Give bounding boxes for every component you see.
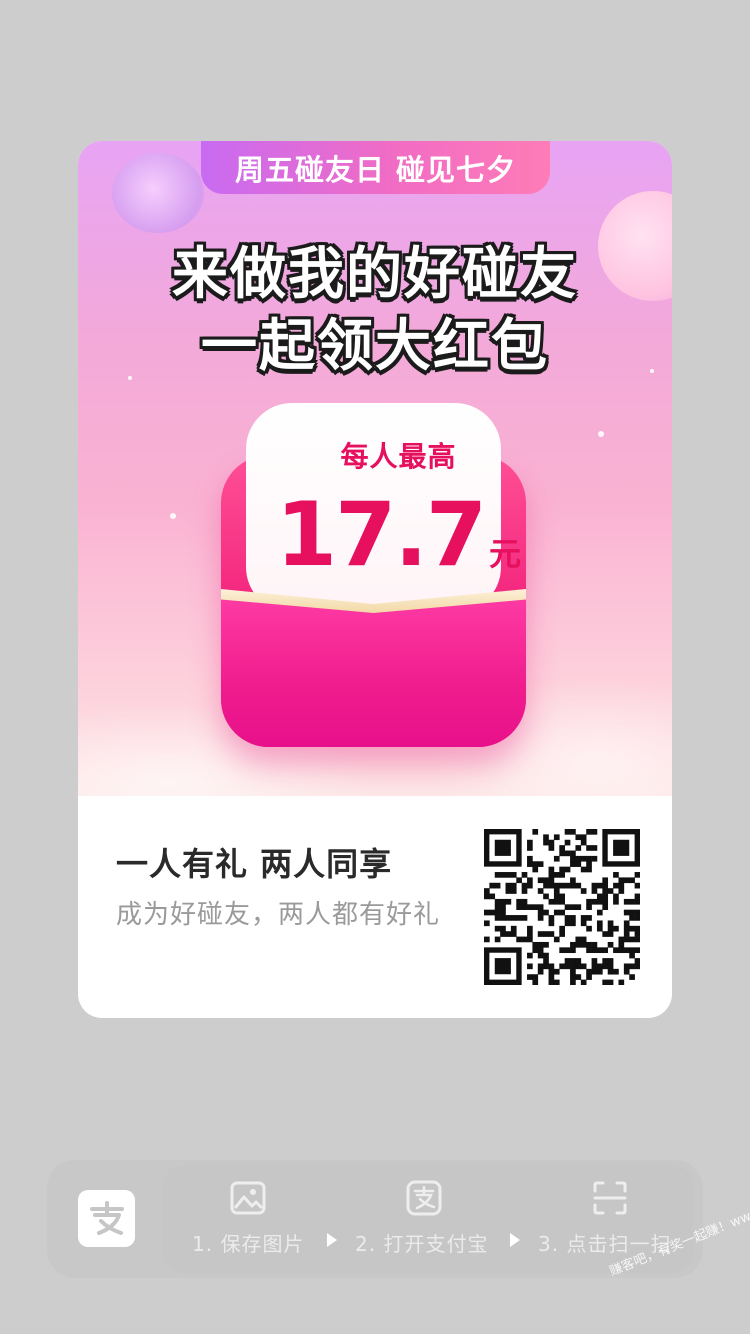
info-title: 一人有礼 两人同享 [116,845,393,883]
poster-image: 周五碰友日 碰见七夕 来做我的好碰友 一起领大红包 每人最高 17.7 元 [78,141,672,796]
event-banner-text: 周五碰友日 碰见七夕 [234,152,517,187]
qr-finder-pattern [484,947,522,985]
headline-line-2: 一起领大红包 [201,314,549,379]
envelope-letter: 每人最高 17.7 元 [246,403,521,613]
sparkle-decoration [598,431,604,437]
scan-icon [593,1181,627,1215]
step-2-label: 2. 打开支付宝 [355,1232,489,1256]
qr-finder-pattern [602,829,640,867]
envelope-caption: 每人最高 [340,440,457,473]
envelope-front [221,591,526,747]
info-subtitle: 成为好碰友，两人都有好礼 [116,900,441,930]
step-1-label: 1. 保存图片 [192,1232,305,1256]
image-icon [230,1181,266,1215]
envelope-amount: 17.7 元 [246,483,551,586]
sparkle-decoration [170,513,176,519]
alipay-outline-icon [406,1180,442,1216]
qr-code[interactable] [484,829,640,985]
amount-unit: 元 [489,535,522,573]
headline-line-1: 来做我的好碰友 [172,242,578,307]
amount-value: 17.7 [275,483,487,586]
step-arrow-icon [510,1233,520,1247]
heart-balloon-decoration [112,153,204,233]
alipay-logo-glyph [89,1200,124,1235]
qr-finder-pattern [484,829,522,867]
alipay-logo-icon [78,1190,135,1247]
share-screen: 周五碰友日 碰见七夕 来做我的好碰友 一起领大红包 每人最高 17.7 元 一人有… [0,0,750,1334]
step-arrow-icon [327,1233,337,1247]
share-poster-card[interactable]: 周五碰友日 碰见七夕 来做我的好碰友 一起领大红包 每人最高 17.7 元 一人有… [78,141,672,1018]
event-banner: 周五碰友日 碰见七夕 [201,141,550,194]
red-envelope: 每人最高 17.7 元 [221,403,526,747]
